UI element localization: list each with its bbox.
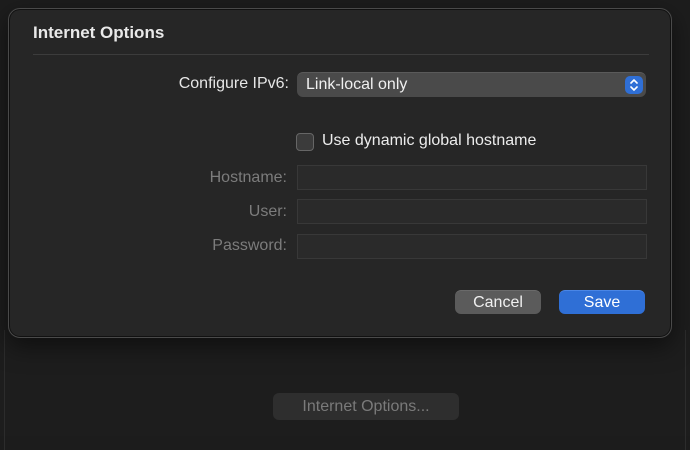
dialog-title: Internet Options (33, 23, 165, 42)
save-button[interactable]: Save (559, 290, 645, 314)
password-field[interactable] (297, 234, 647, 259)
password-label: Password: (212, 237, 287, 254)
user-label: User: (248, 203, 287, 220)
title-divider (33, 54, 649, 55)
chevron-up-down-icon (625, 76, 643, 94)
user-field[interactable] (297, 199, 647, 224)
dynamic-hostname-checkbox[interactable] (296, 133, 314, 151)
dynamic-hostname-label: Use dynamic global hostname (322, 132, 537, 149)
hostname-label: Hostname: (209, 169, 287, 186)
configure-ipv6-value: Link-local only (306, 76, 408, 93)
internet-options-button: Internet Options... (273, 393, 459, 420)
internet-options-dialog: Internet Options Configure IPv6: Link-lo… (8, 8, 672, 338)
configure-ipv6-label: Configure IPv6: (178, 75, 289, 92)
hostname-field[interactable] (297, 165, 647, 190)
backdrop-panel (4, 330, 686, 450)
cancel-button[interactable]: Cancel (455, 290, 541, 314)
configure-ipv6-popup[interactable]: Link-local only (297, 72, 646, 97)
